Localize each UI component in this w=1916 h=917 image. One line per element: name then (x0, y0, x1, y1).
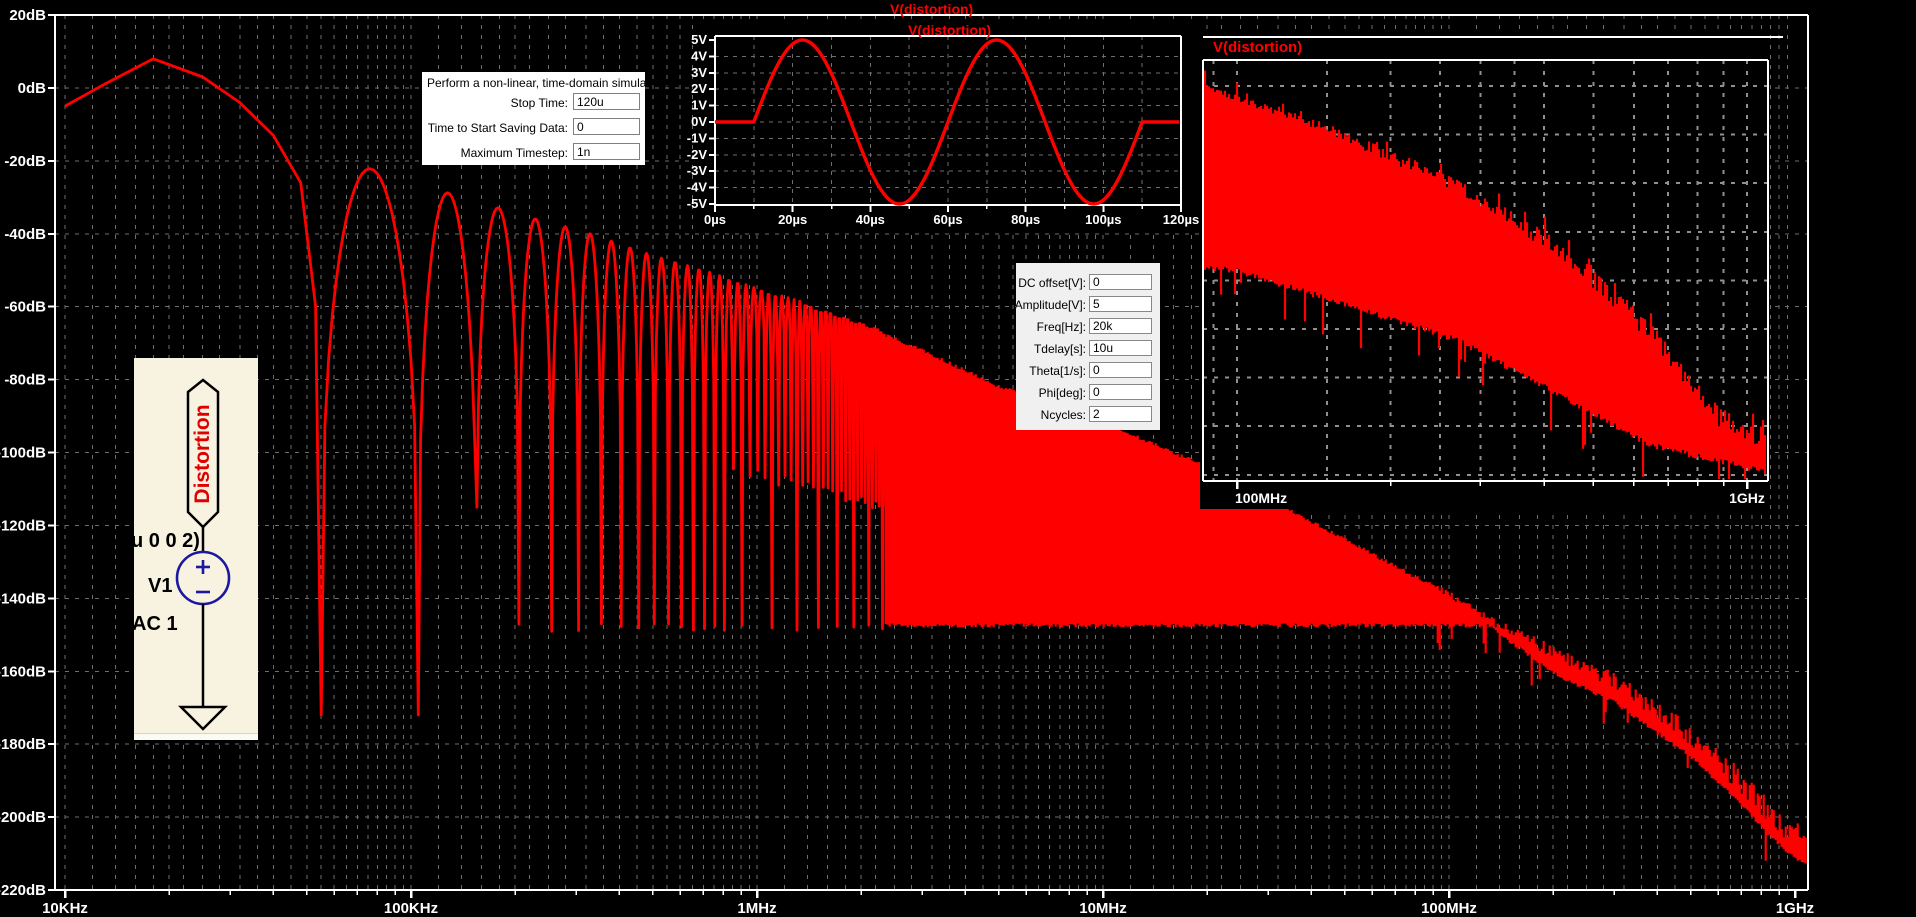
tick-label: -60dB (4, 299, 46, 316)
tick-label: -200dB (0, 809, 46, 826)
start-saving-input[interactable] (573, 118, 640, 135)
transient-dialog-title: Perform a non-linear, time-domain simula… (427, 76, 670, 90)
schematic-scrollbar[interactable] (134, 733, 258, 740)
tick-label: -220dB (0, 882, 46, 899)
freq-inset-pane[interactable]: 100MHz 1GHz (1200, 30, 1783, 509)
tick-label: -180dB (0, 736, 46, 753)
tick-label: 100µs (1085, 212, 1121, 227)
tick-label: 5V (691, 32, 707, 47)
tick-label: 40µs (856, 212, 885, 227)
phi-label: Phi[deg]: (1038, 386, 1086, 400)
sine-directive-clipped: u 0 0 2) (131, 530, 200, 552)
max-timestep-label: Maximum Timestep: (460, 146, 568, 160)
dc-offset-input[interactable] (1089, 274, 1152, 290)
tick-label: 60µs (933, 212, 962, 227)
tick-label: -20dB (4, 153, 46, 170)
tick-label: -3V (687, 163, 708, 178)
tick-label: 4V (691, 48, 707, 63)
ncycles-label: Ncycles: (1040, 408, 1086, 422)
tdelay-label: Tdelay[s]: (1033, 342, 1086, 356)
ground-icon[interactable] (177, 705, 229, 731)
amplitude-label: Amplitude[V]: (1014, 298, 1086, 312)
freq-label: Freq[Hz]: (1036, 320, 1086, 334)
tick-label: -100dB (0, 445, 46, 462)
tick-label: 0dB (18, 80, 47, 97)
tick-label: 3V (691, 65, 707, 80)
tick-label: -2V (687, 147, 708, 162)
tick-label: 10KHz (42, 900, 88, 917)
tick-label: -160dB (0, 663, 46, 680)
start-saving-label: Time to Start Saving Data: (427, 121, 568, 135)
tick-label: 1V (691, 98, 707, 113)
tick-label: 2V (691, 81, 707, 96)
tick-label: 0V (691, 114, 707, 129)
tick-label: 120µs (1163, 212, 1199, 227)
tick-label: 1MHz (737, 900, 776, 917)
theta-input[interactable] (1089, 362, 1152, 378)
tick-label: 80µs (1011, 212, 1040, 227)
tick-label: 100KHz (384, 900, 438, 917)
theta-label: Theta[1/s]: (1029, 364, 1086, 378)
time-inset-title: V(distortion) (908, 22, 992, 38)
tick-label: -4V (687, 180, 708, 195)
ncycles-input[interactable] (1089, 406, 1152, 422)
freq-inset-title: V(distortion) (1213, 39, 1303, 56)
tick-label: 1GHz (1729, 490, 1765, 506)
amplitude-input[interactable] (1089, 296, 1152, 312)
time-inset-pane[interactable]: 5V4V 3V2V 1V0V-1V -2V-3V -4V-5V0µs 20µs 40µs 60… (687, 19, 1200, 231)
source-circle[interactable] (175, 550, 231, 606)
tdelay-input[interactable] (1089, 340, 1152, 356)
tick-label: -1V (687, 130, 708, 145)
dc-offset-label: DC offset[V]: (1018, 276, 1086, 290)
tick-label: 10MHz (1079, 900, 1127, 917)
net-label-distortion[interactable]: Distortion (191, 404, 215, 503)
tick-label: 20µs (778, 212, 807, 227)
ac-directive[interactable]: AC 1 (132, 613, 178, 636)
main-plot-title: V(distortion) (890, 1, 974, 17)
tick-label: 100MHz (1235, 490, 1287, 506)
tick-label: 20dB (9, 7, 46, 24)
tick-label: 100MHz (1421, 900, 1477, 917)
schematic-pane[interactable]: Distortion u 0 0 2) V1 AC 1 (131, 358, 258, 740)
max-timestep-input[interactable] (573, 143, 640, 160)
tick-label: -40dB (4, 226, 46, 243)
tick-label: 1GHz (1776, 900, 1814, 917)
stop-time-label: Stop Time: (510, 96, 568, 110)
waveform-plot-svg[interactable]: 20dB 0dB -20dB -40dB -60dB -80dB -100dB -120dB -… (0, 0, 1916, 917)
tick-label: -120dB (0, 517, 46, 534)
freq-input[interactable] (1089, 318, 1152, 334)
tick-label: -5V (687, 196, 708, 211)
stop-time-input[interactable] (573, 93, 640, 110)
transient-dialog[interactable]: Perform a non-linear, time-domain simula… (422, 72, 670, 165)
phi-input[interactable] (1089, 384, 1152, 400)
ltspice-window: 20dB 0dB -20dB -40dB -60dB -80dB -100dB -120dB -… (0, 0, 1916, 917)
tick-label: -80dB (4, 372, 46, 389)
designator-v1[interactable]: V1 (148, 575, 172, 598)
tick-label: -140dB (0, 590, 46, 607)
tick-label: 0µs (704, 212, 726, 227)
sine-params-panel[interactable]: DC offset[V]: Amplitude[V]: Freq[Hz]: Td… (1014, 263, 1160, 430)
